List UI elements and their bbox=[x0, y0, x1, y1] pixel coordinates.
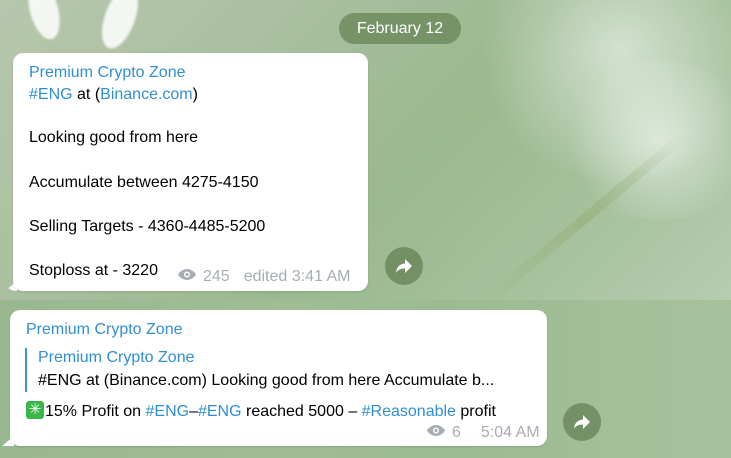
message-text: – bbox=[189, 403, 198, 420]
message-text: at ( bbox=[72, 86, 101, 103]
reply-quote[interactable]: Premium Crypto Zone #ENG at (Binance.com… bbox=[25, 348, 530, 392]
forward-arrow-icon bbox=[574, 415, 590, 429]
hashtag-link[interactable]: #ENG bbox=[29, 86, 73, 103]
message-line: Accumulate between 4275-4150 bbox=[29, 174, 259, 191]
forward-arrow-icon bbox=[396, 259, 412, 273]
message-time: 5:04 AM bbox=[480, 424, 540, 441]
sender-name[interactable]: Premium Crypto Zone bbox=[29, 64, 186, 82]
quote-sender: Premium Crypto Zone bbox=[38, 349, 195, 366]
message-text: ) bbox=[192, 86, 198, 103]
message-text: 15% Profit on bbox=[45, 403, 146, 420]
message-line: #ENG at (Binance.com) bbox=[29, 86, 198, 104]
view-count: 6 bbox=[452, 424, 461, 441]
message-line: ✳ 15% Profit on #ENG–#ENG reached 5000 – … bbox=[26, 401, 496, 421]
hashtag-link[interactable]: #Reasonable bbox=[362, 403, 456, 420]
quote-bar bbox=[25, 348, 27, 392]
eight-spoked-asterisk-icon: ✳ bbox=[26, 401, 44, 419]
date-separator: February 12 bbox=[339, 13, 461, 44]
message-meta: 6 5:04 AM bbox=[426, 424, 540, 442]
message-text: reached 5000 – bbox=[241, 403, 362, 420]
forward-button[interactable] bbox=[385, 247, 423, 285]
eye-icon bbox=[426, 424, 446, 442]
message-line: Selling Targets - 4360-4485-5200 bbox=[29, 218, 266, 235]
message-bubble[interactable]: Premium Crypto Zone #ENG at (Binance.com… bbox=[13, 53, 368, 291]
message-bubble[interactable]: Premium Crypto Zone Premium Crypto Zone … bbox=[10, 310, 547, 446]
eye-icon bbox=[177, 268, 197, 286]
forward-button[interactable] bbox=[563, 403, 601, 441]
sender-name[interactable]: Premium Crypto Zone bbox=[26, 321, 183, 339]
url-link[interactable]: Binance.com bbox=[100, 86, 193, 103]
message-text: profit bbox=[455, 403, 496, 420]
hashtag-link[interactable]: #ENG bbox=[146, 403, 190, 420]
message-meta: 245 edited 3:41 AM bbox=[177, 268, 350, 286]
message-line: Stoploss at - 3220 bbox=[29, 262, 158, 279]
message-time: edited 3:41 AM bbox=[243, 268, 351, 285]
message-line: Looking good from here bbox=[29, 129, 198, 146]
view-count: 245 bbox=[203, 268, 230, 285]
hashtag-link[interactable]: #ENG bbox=[198, 403, 242, 420]
quote-text: #ENG at (Binance.com) Looking good from … bbox=[38, 372, 495, 389]
